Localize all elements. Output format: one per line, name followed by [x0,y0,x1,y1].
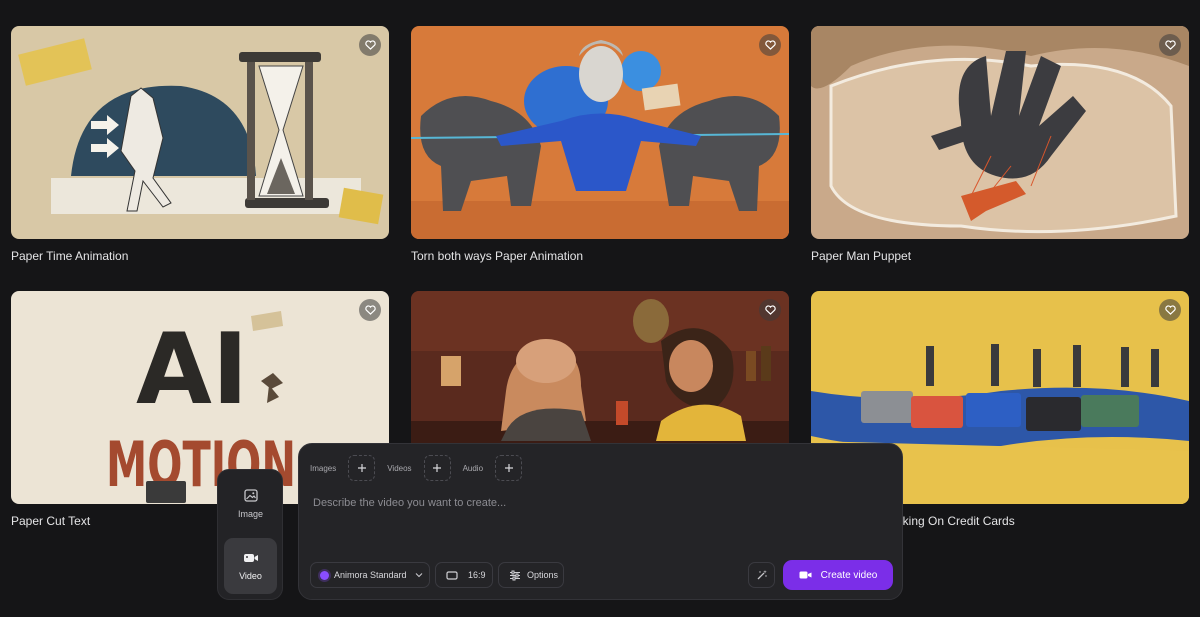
art-text-ai: AI [136,313,248,427]
video-composer: Images Videos Audio Animora Standard 16:… [298,443,903,600]
plus-icon [433,464,442,472]
paper-time-artwork [11,26,389,239]
favorite-button[interactable] [759,299,781,321]
video-icon [799,571,812,579]
model-logo-icon [320,570,329,580]
chevron-down-icon [415,573,422,578]
mode-video-button[interactable]: Video [224,538,277,594]
create-video-button[interactable]: Create video [783,560,893,590]
mode-video-label: Video [239,570,262,581]
model-select-label: Animora Standard [334,570,407,580]
template-card[interactable]: Torn both ways Paper Animation [411,26,789,263]
audio-attach-label: Audio [462,463,484,473]
composer-toolbar: Animora Standard 16:9 Options Create vid… [310,560,893,590]
aspect-ratio-icon [446,570,458,580]
template-thumbnail[interactable] [411,26,789,239]
video-icon [243,553,258,562]
mode-switcher: Image Video [217,469,283,600]
add-audio-button[interactable] [495,455,523,481]
favorite-button[interactable] [759,34,781,56]
sliders-icon [510,570,520,580]
mode-image-button[interactable]: Image [224,476,277,532]
attachments-row: Images Videos Audio [310,455,534,481]
template-title: Paper Time Animation [11,249,129,263]
template-title: Torn both ways Paper Animation [411,249,584,263]
heart-icon [364,305,376,315]
favorite-button[interactable] [359,299,381,321]
favorite-button[interactable] [1159,34,1181,56]
template-title: Paper Cut Text [11,514,91,528]
heart-icon [764,305,776,315]
favorite-button[interactable] [359,34,381,56]
enhance-prompt-button[interactable] [748,562,775,588]
options-button[interactable]: Options [498,562,564,588]
mode-image-label: Image [237,509,263,519]
torn-both-ways-artwork [411,26,789,239]
heart-icon [764,40,776,50]
heart-icon [364,40,376,50]
prompt-input[interactable] [313,497,873,509]
add-videos-button[interactable] [423,455,451,481]
heart-icon [1164,40,1176,50]
aspect-ratio-label: 16:9 [468,570,486,580]
template-title: lking On Credit Cards [900,514,1015,528]
heart-icon [1164,305,1176,315]
images-attach-label: Images [310,463,337,473]
options-label: Options [527,570,559,580]
create-video-label: Create video [820,569,878,581]
template-card[interactable]: Paper Time Animation [11,26,389,263]
template-card[interactable]: Paper Man Puppet [811,26,1189,263]
plus-icon [357,464,366,472]
plus-icon [504,464,513,472]
videos-attach-label: Videos [387,463,412,473]
image-icon [243,489,258,502]
add-images-button[interactable] [348,455,376,481]
template-title: Paper Man Puppet [811,249,912,263]
template-thumbnail[interactable] [11,26,389,239]
magic-wand-icon [757,570,767,580]
paper-man-puppet-artwork [811,26,1189,239]
template-thumbnail[interactable] [811,26,1189,239]
aspect-ratio-select[interactable]: 16:9 [435,562,493,588]
model-select[interactable]: Animora Standard [310,562,430,588]
favorite-button[interactable] [1159,299,1181,321]
